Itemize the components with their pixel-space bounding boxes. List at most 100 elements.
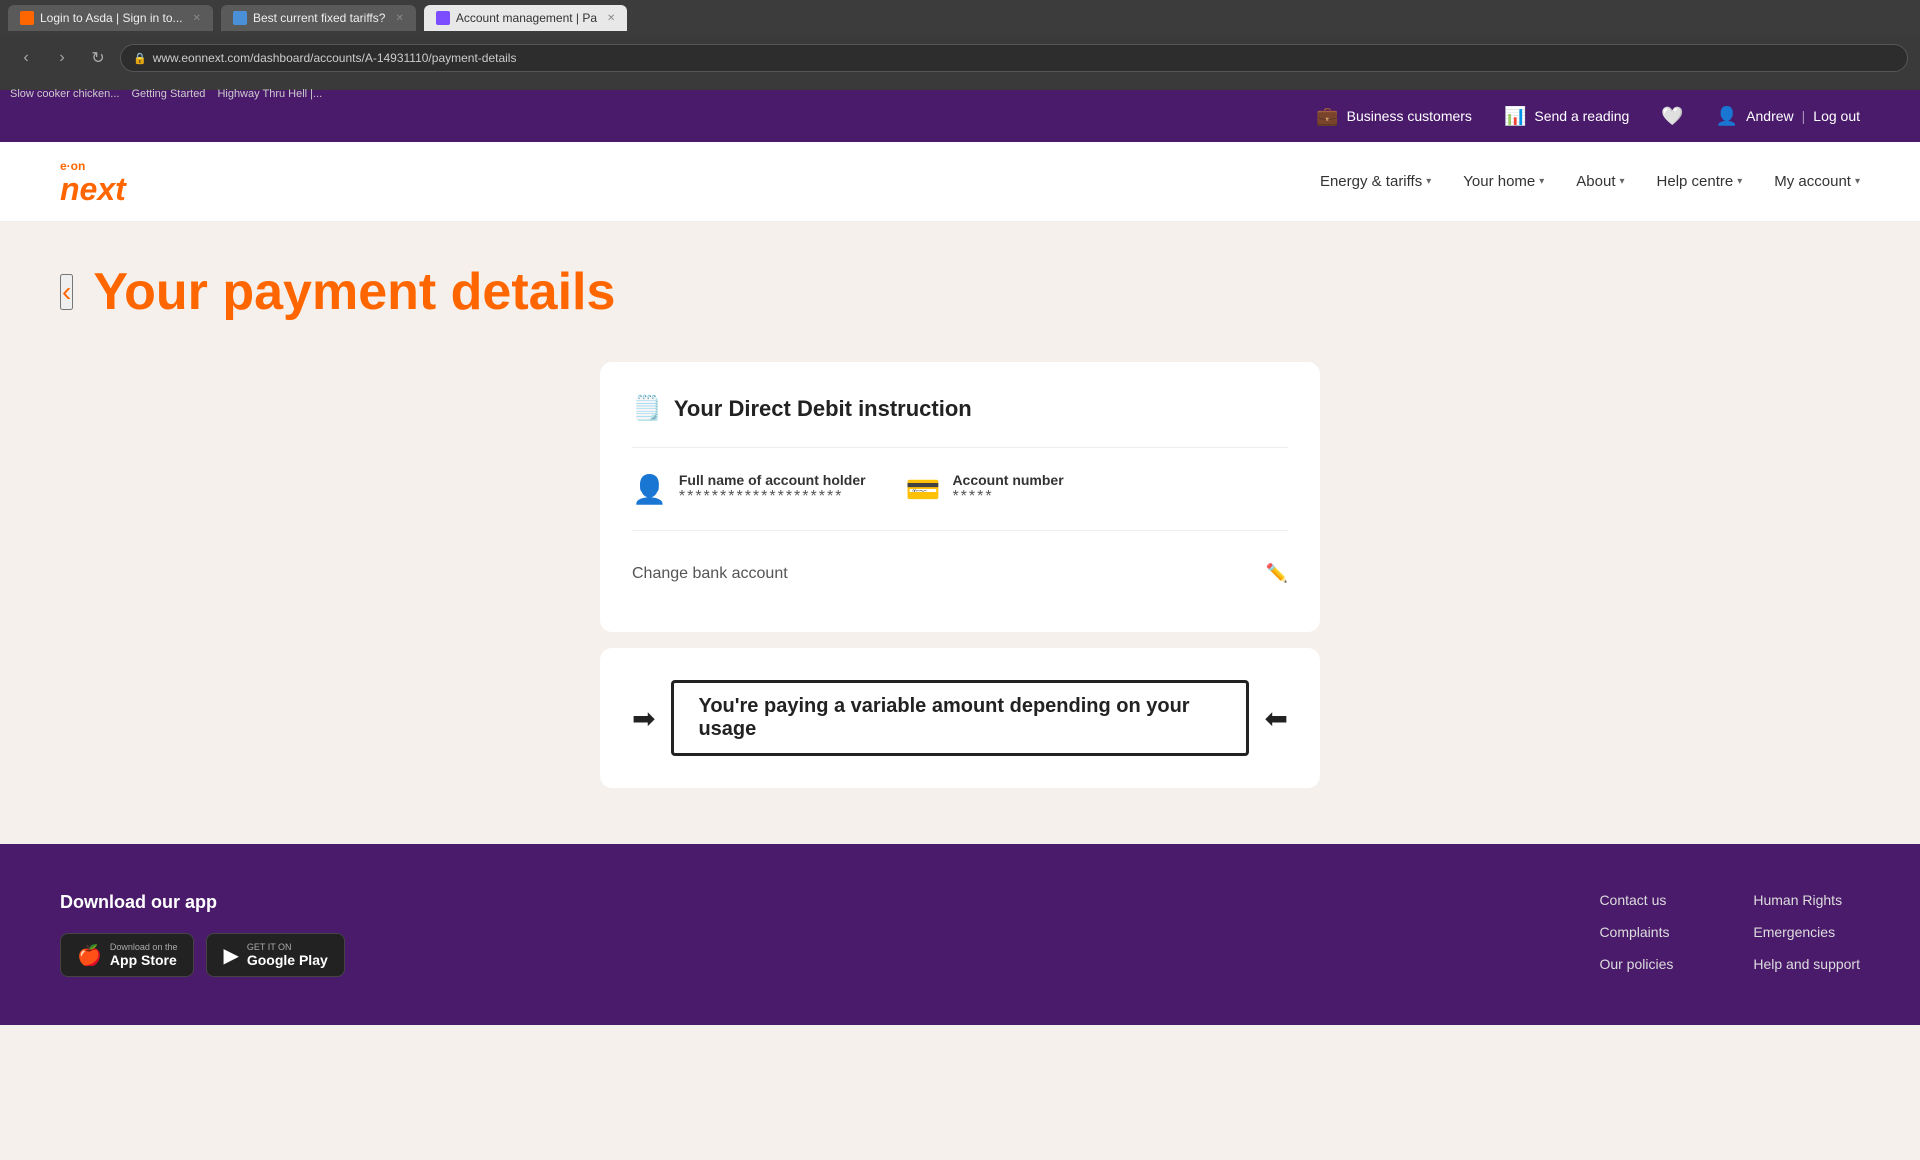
variable-payment-card: ➡ You're paying a variable amount depend… xyxy=(600,648,1320,788)
footer-emergencies-link[interactable]: Emergencies xyxy=(1753,924,1860,940)
app-badges: 🍎 Download on the App Store ▶ GET IT ON … xyxy=(60,933,345,977)
user-icon: 👤 xyxy=(1716,106,1738,127)
variable-inner: ➡ You're paying a variable amount depend… xyxy=(632,680,1288,756)
nav-about-label: About xyxy=(1576,173,1615,190)
footer-links: Contact us Complaints Our policies Human… xyxy=(1599,892,1860,977)
account-holder-content: Full name of account holder ************… xyxy=(679,472,866,506)
tab-close-3[interactable]: ✕ xyxy=(607,13,615,24)
browser-chrome: Login to Asda | Sign in to... ✕ Best cur… xyxy=(0,0,1920,90)
heart-icon-link[interactable]: 🤍 xyxy=(1661,106,1683,127)
bookmark-1[interactable]: Slow cooker chicken... xyxy=(10,88,119,100)
card-icon-detail: 💳 xyxy=(906,473,941,506)
footer: Download our app 🍎 Download on the App S… xyxy=(0,844,1920,1025)
account-holder-label: Full name of account holder xyxy=(679,472,866,488)
user-account-link[interactable]: 👤 Andrew | Log out xyxy=(1716,106,1860,127)
logout-label[interactable]: Log out xyxy=(1813,108,1860,124)
browser-tab-1[interactable]: Login to Asda | Sign in to... ✕ xyxy=(8,5,213,31)
apple-icon: 🍎 xyxy=(77,943,102,968)
nav-your-home-chevron: ▾ xyxy=(1539,176,1544,187)
account-number-item: 💳 Account number ***** xyxy=(906,472,1064,506)
tab-label-3: Account management | Pa xyxy=(456,11,597,25)
browser-toolbar: ‹ › ↻ 🔒 www.eonnext.com/dashboard/accoun… xyxy=(0,36,1920,80)
footer-complaints-link[interactable]: Complaints xyxy=(1599,924,1673,940)
google-play-badge[interactable]: ▶ GET IT ON Google Play xyxy=(206,933,344,977)
tab-favicon-1 xyxy=(20,11,34,25)
browser-titlebar: Login to Asda | Sign in to... ✕ Best cur… xyxy=(0,0,1920,36)
footer-content: Download our app 🍎 Download on the App S… xyxy=(60,892,1860,977)
arrow-left-icon: ⬅ xyxy=(1265,702,1288,735)
tab-close-1[interactable]: ✕ xyxy=(193,13,201,24)
person-icon: 👤 xyxy=(632,473,667,506)
page-content: ‹ Your payment details 🗒️ Your Direct De… xyxy=(0,222,1920,844)
footer-col-2: Human Rights Emergencies Help and suppor… xyxy=(1753,892,1860,977)
direct-debit-icon: 🗒️ xyxy=(632,394,662,423)
bookmark-2[interactable]: Getting Started xyxy=(131,88,205,100)
business-customers-link[interactable]: 💼 Business customers xyxy=(1316,106,1472,127)
briefcase-icon: 💼 xyxy=(1316,106,1338,127)
nav-your-home-label: Your home xyxy=(1463,173,1535,190)
account-number-value: ***** xyxy=(952,488,1063,506)
nav-my-account[interactable]: My account ▾ xyxy=(1774,173,1860,190)
forward-browser-button[interactable]: › xyxy=(48,44,76,72)
footer-app-title: Download our app xyxy=(60,892,345,913)
footer-help-support-link[interactable]: Help and support xyxy=(1753,956,1860,972)
address-bar[interactable]: 🔒 www.eonnext.com/dashboard/accounts/A-1… xyxy=(120,44,1908,72)
footer-app-section: Download our app 🍎 Download on the App S… xyxy=(60,892,345,977)
business-customers-label: Business customers xyxy=(1347,108,1472,124)
tab-label-1: Login to Asda | Sign in to... xyxy=(40,11,183,25)
nav-about-chevron: ▾ xyxy=(1619,176,1624,187)
google-play-sub: GET IT ON xyxy=(247,942,328,952)
browser-tab-2[interactable]: Best current fixed tariffs? ✕ xyxy=(221,5,416,31)
nav-help-centre-chevron: ▾ xyxy=(1737,176,1742,187)
app-store-badge[interactable]: 🍎 Download on the App Store xyxy=(60,933,194,977)
divider: | xyxy=(1802,108,1806,124)
nav-about[interactable]: About ▾ xyxy=(1576,173,1624,190)
footer-policies-link[interactable]: Our policies xyxy=(1599,956,1673,972)
footer-col-1: Contact us Complaints Our policies xyxy=(1599,892,1673,977)
refresh-button[interactable]: ↻ xyxy=(84,44,112,72)
main-nav: Energy & tariffs ▾ Your home ▾ About ▾ H… xyxy=(1320,173,1860,190)
tab-favicon-3 xyxy=(436,11,450,25)
variable-text: You're paying a variable amount dependin… xyxy=(698,695,1189,740)
card-divider xyxy=(632,447,1288,448)
nav-energy-tariffs-chevron: ▾ xyxy=(1426,176,1431,187)
account-holder-item: 👤 Full name of account holder **********… xyxy=(632,472,866,506)
app-store-text: Download on the App Store xyxy=(110,942,178,968)
logo-next: next xyxy=(60,173,126,205)
app-store-name: App Store xyxy=(110,952,178,968)
card-title-area: 🗒️ Your Direct Debit instruction xyxy=(632,394,1288,423)
account-number-label: Account number xyxy=(952,472,1063,488)
logo-container: e·on next xyxy=(60,159,126,205)
edit-pencil-icon[interactable]: ✏️ xyxy=(1266,563,1288,584)
footer-human-rights-link[interactable]: Human Rights xyxy=(1753,892,1860,908)
back-browser-button[interactable]: ‹ xyxy=(12,44,40,72)
main-header: e·on next Energy & tariffs ▾ Your home ▾… xyxy=(0,142,1920,222)
bookmark-3[interactable]: Highway Thru Hell |... xyxy=(217,88,322,100)
tab-favicon-2 xyxy=(233,11,247,25)
account-holder-value: ******************** xyxy=(679,488,866,506)
change-bank-row: Change bank account ✏️ xyxy=(632,547,1288,600)
direct-debit-title: Your Direct Debit instruction xyxy=(674,396,972,422)
logo-area[interactable]: e·on next xyxy=(60,159,126,205)
meter-icon: 📊 xyxy=(1504,106,1526,127)
nav-your-home[interactable]: Your home ▾ xyxy=(1463,173,1544,190)
nav-my-account-label: My account xyxy=(1774,173,1851,190)
nav-help-centre[interactable]: Help centre ▾ xyxy=(1657,173,1743,190)
direct-debit-card: 🗒️ Your Direct Debit instruction 👤 Full … xyxy=(600,362,1320,632)
arrow-right-icon: ➡ xyxy=(632,702,655,735)
back-page-button[interactable]: ‹ xyxy=(60,274,73,310)
variable-box: You're paying a variable amount dependin… xyxy=(671,680,1248,756)
heart-icon: 🤍 xyxy=(1661,106,1683,127)
footer-contact-link[interactable]: Contact us xyxy=(1599,892,1673,908)
nav-energy-tariffs-label: Energy & tariffs xyxy=(1320,173,1422,190)
google-play-icon: ▶ xyxy=(223,943,238,968)
send-reading-label: Send a reading xyxy=(1534,108,1629,124)
send-reading-link[interactable]: 📊 Send a reading xyxy=(1504,106,1629,127)
tab-close-2[interactable]: ✕ xyxy=(395,13,403,24)
google-play-name: Google Play xyxy=(247,952,328,968)
account-number-content: Account number ***** xyxy=(952,472,1063,506)
google-play-text: GET IT ON Google Play xyxy=(247,942,328,968)
nav-energy-tariffs[interactable]: Energy & tariffs ▾ xyxy=(1320,173,1431,190)
lock-icon: 🔒 xyxy=(133,52,147,65)
browser-tab-3[interactable]: Account management | Pa ✕ xyxy=(424,5,628,31)
